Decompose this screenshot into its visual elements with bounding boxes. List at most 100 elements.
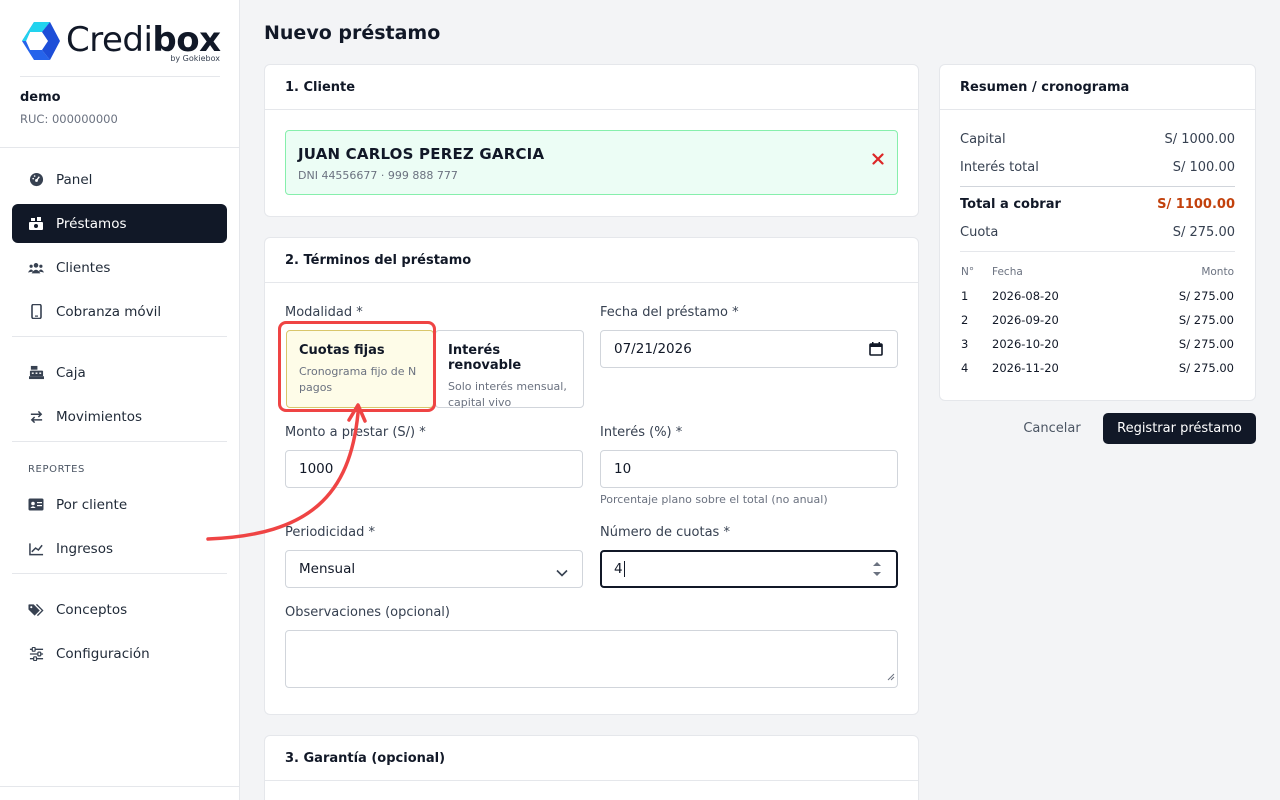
users-icon bbox=[28, 260, 44, 276]
client-name: JUAN CARLOS PEREZ GARCIA bbox=[298, 145, 545, 163]
nav-label: Clientes bbox=[56, 259, 111, 276]
nav-label: Cobranza móvil bbox=[56, 303, 162, 320]
nav-item-conceptos[interactable]: Conceptos bbox=[12, 590, 227, 629]
divider bbox=[0, 147, 239, 148]
register-loan-button[interactable]: Registrar préstamo bbox=[1103, 413, 1256, 444]
summary-label: Cuota bbox=[960, 225, 999, 240]
schedule-monto: S/ 275.00 bbox=[1178, 361, 1234, 375]
summary-card: Resumen / cronograma Capital S/ 1000.00 … bbox=[939, 64, 1256, 401]
cuotas-label: Número de cuotas * bbox=[600, 525, 730, 540]
modalidad-label: Modalidad * bbox=[285, 305, 363, 320]
cancel-button[interactable]: Cancelar bbox=[1008, 413, 1096, 443]
divider bbox=[0, 786, 239, 787]
schedule-monto: S/ 275.00 bbox=[1178, 337, 1234, 351]
calendar-icon[interactable] bbox=[869, 342, 883, 360]
sidebar: Credibox by Gokiebox demo RUC: 000000000… bbox=[0, 0, 240, 800]
terms-card: 2. Términos del préstamo Modalidad * Cuo… bbox=[264, 237, 919, 715]
id-card-icon bbox=[28, 497, 44, 513]
close-icon bbox=[872, 153, 884, 165]
schedule-n: 3 bbox=[961, 337, 969, 351]
schedule-fecha: 2026-08-20 bbox=[992, 289, 1059, 303]
brand-logo[interactable]: Credibox by Gokiebox bbox=[20, 20, 221, 64]
summary-value: S/ 1000.00 bbox=[1164, 132, 1235, 147]
summary-value: S/ 275.00 bbox=[1172, 225, 1235, 240]
client-card: 1. Cliente JUAN CARLOS PEREZ GARCIA DNI … bbox=[264, 64, 919, 217]
divider bbox=[12, 336, 227, 337]
observaciones-textarea[interactable] bbox=[285, 630, 898, 688]
monto-label: Monto a prestar (S/) * bbox=[285, 425, 426, 440]
nav-label: Conceptos bbox=[56, 601, 128, 618]
resize-handle-icon[interactable] bbox=[887, 669, 895, 685]
fecha-input[interactable]: 07/21/2026 bbox=[600, 330, 898, 368]
interes-input[interactable]: 10 bbox=[600, 450, 898, 488]
tags-icon bbox=[28, 602, 44, 618]
observaciones-label: Observaciones (opcional) bbox=[285, 605, 450, 620]
client-meta: DNI 44556677 · 999 888 777 bbox=[298, 169, 458, 182]
periodicidad-value: Mensual bbox=[299, 561, 356, 577]
company-name: demo bbox=[20, 90, 61, 105]
summary-value: S/ 100.00 bbox=[1172, 160, 1235, 175]
guarantee-card: 3. Garantía (opcional) bbox=[264, 735, 919, 800]
schedule-monto: S/ 275.00 bbox=[1178, 313, 1234, 327]
nav-label: Movimientos bbox=[56, 408, 142, 425]
mode-option-interes-renovable[interactable]: Interés renovable Solo interés mensual, … bbox=[435, 330, 584, 409]
schedule-header-fecha: Fecha bbox=[992, 266, 1023, 278]
cash-register-icon bbox=[28, 365, 44, 381]
nav-item-por-cliente[interactable]: Por cliente bbox=[12, 485, 227, 524]
company-ruc: RUC: 000000000 bbox=[20, 112, 118, 126]
mode-desc: Solo interés mensual, capital vivo bbox=[448, 380, 567, 409]
remove-client-button[interactable] bbox=[869, 151, 887, 169]
interes-label: Interés (%) * bbox=[600, 425, 683, 440]
summary-label: Capital bbox=[960, 132, 1006, 147]
schedule-fecha: 2026-11-20 bbox=[992, 361, 1059, 375]
nav-label: Panel bbox=[56, 171, 93, 188]
logo-mark-icon bbox=[22, 22, 60, 60]
nav-item-panel[interactable]: Panel bbox=[12, 160, 227, 199]
divider bbox=[12, 441, 227, 442]
card-title: 1. Cliente bbox=[265, 65, 918, 110]
nav-item-caja[interactable]: Caja bbox=[12, 353, 227, 392]
monto-input[interactable]: 1000 bbox=[285, 450, 583, 488]
periodicidad-select[interactable]: Mensual bbox=[285, 550, 583, 588]
card-title: 2. Términos del préstamo bbox=[265, 238, 918, 283]
nav-label: Configuración bbox=[56, 645, 150, 662]
line-chart-icon bbox=[28, 541, 44, 557]
nav-item-ingresos[interactable]: Ingresos bbox=[12, 529, 227, 568]
schedule-n: 4 bbox=[961, 361, 969, 375]
schedule-fecha: 2026-10-20 bbox=[992, 337, 1059, 351]
mobile-icon bbox=[28, 304, 44, 320]
selected-client: JUAN CARLOS PEREZ GARCIA DNI 44556677 · … bbox=[285, 130, 898, 195]
schedule-n: 2 bbox=[961, 313, 969, 327]
nav-label: Ingresos bbox=[56, 540, 113, 557]
annotation-highlight-box bbox=[278, 321, 436, 412]
divider bbox=[960, 186, 1235, 187]
card-title: 3. Garantía (opcional) bbox=[265, 736, 918, 781]
card-title: Resumen / cronograma bbox=[940, 65, 1255, 110]
divider bbox=[12, 573, 227, 574]
cuotas-value: 4 bbox=[614, 561, 623, 577]
summary-label: Total a cobrar bbox=[960, 197, 1061, 212]
spinner-icon[interactable] bbox=[872, 560, 882, 582]
nav-item-clientes[interactable]: Clientes bbox=[12, 248, 227, 287]
schedule-monto: S/ 275.00 bbox=[1178, 289, 1234, 303]
monto-value: 1000 bbox=[299, 461, 334, 477]
page-title: Nuevo préstamo bbox=[264, 22, 441, 44]
brand-byline: by Gokiebox bbox=[170, 54, 220, 63]
chevron-down-icon bbox=[556, 565, 568, 581]
summary-row-capital: Capital S/ 1000.00 bbox=[960, 132, 1235, 147]
cuotas-input[interactable]: 4 bbox=[600, 550, 898, 588]
transfer-icon bbox=[28, 409, 44, 425]
sliders-icon bbox=[28, 646, 44, 662]
nav-label: Préstamos bbox=[56, 215, 127, 232]
nav-item-cobranza[interactable]: Cobranza móvil bbox=[12, 292, 227, 331]
nav-item-prestamos[interactable]: Préstamos bbox=[12, 204, 227, 243]
nav-item-movimientos[interactable]: Movimientos bbox=[12, 397, 227, 436]
fecha-value: 07/21/2026 bbox=[614, 341, 692, 357]
mode-title: Interés renovable bbox=[448, 343, 522, 373]
divider bbox=[960, 251, 1235, 252]
schedule-fecha: 2026-09-20 bbox=[992, 313, 1059, 327]
money-bag-icon bbox=[28, 216, 44, 232]
schedule-header-n: N° bbox=[961, 266, 975, 278]
nav-label: Por cliente bbox=[56, 496, 128, 513]
nav-item-configuracion[interactable]: Configuración bbox=[12, 634, 227, 673]
